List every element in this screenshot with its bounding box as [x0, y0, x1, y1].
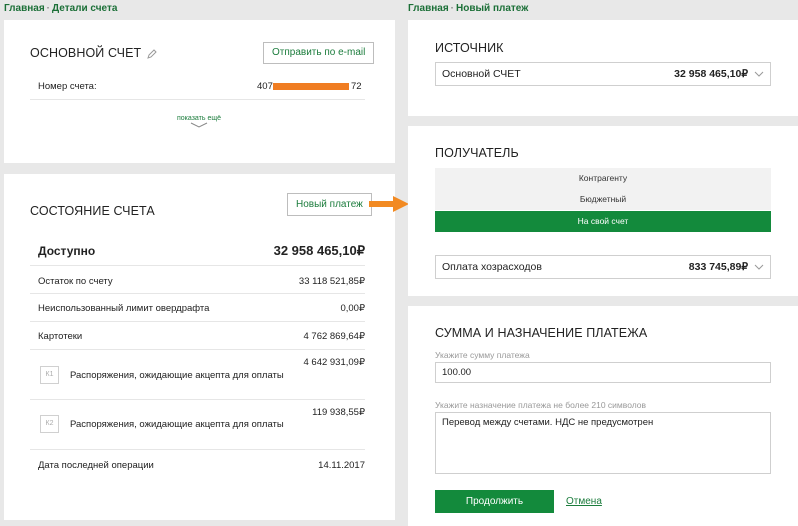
breadcrumb-home-link[interactable]: Главная — [408, 3, 449, 14]
breadcrumb-separator: · — [450, 3, 455, 14]
available-row: Доступно 32 958 465,10₽ — [30, 234, 365, 266]
purpose-label: Укажите назначение платежа не более 210 … — [435, 400, 647, 410]
source-title: ИСТОЧНИК — [435, 41, 504, 55]
cardfile-row: Картотеки 4 762 869,64₽ — [30, 322, 365, 350]
chevron-down-icon — [190, 122, 208, 128]
amount-label: Укажите сумму платежа — [435, 350, 530, 360]
amount-input[interactable]: 100.00 — [435, 362, 771, 383]
recipient-title: ПОЛУЧАТЕЛЬ — [435, 146, 519, 160]
recipient-option-counterparty[interactable]: Контрагенту — [435, 168, 771, 189]
account-number-prefix: 407 — [257, 81, 273, 92]
cancel-link[interactable]: Отмена — [566, 496, 602, 507]
document-k1-icon: К1 — [40, 366, 59, 384]
document-k2-icon: К2 — [40, 415, 59, 433]
row-value: 4 762 869,64₽ — [303, 331, 365, 342]
row-label: Распоряжения, ожидающие акцепта для опла… — [70, 370, 284, 381]
account-number-redaction-bar — [273, 83, 349, 90]
account-title-text: ОСНОВНОЙ СЧЕТ — [30, 46, 142, 60]
source-account-select[interactable]: Основной СЧЕТ 32 958 465,10₽ — [435, 62, 771, 86]
edit-pencil-icon[interactable] — [147, 48, 157, 62]
show-more-label: показать ещё — [176, 115, 221, 122]
row-value: 119 938,55₽ — [312, 407, 365, 418]
recipient-account-name: Оплата хозрасходов — [442, 261, 542, 273]
recipient-option-budget[interactable]: Бюджетный — [435, 189, 771, 210]
pending-row-k2: К2 Распоряжения, ожидающие акцепта для о… — [30, 400, 365, 450]
balance-row: Остаток по счету 33 118 521,85₽ — [30, 266, 365, 294]
account-number-label: Номер счета: — [38, 81, 97, 92]
purpose-textarea[interactable]: Перевод между счетами. НДС не предусмотр… — [435, 412, 771, 474]
amount-title: СУММА И НАЗНАЧЕНИЕ ПЛАТЕЖА — [435, 326, 648, 340]
breadcrumb-separator: · — [46, 3, 51, 14]
recipient-account-balance: 833 745,89₽ — [688, 261, 748, 273]
available-label: Доступно — [38, 244, 96, 258]
account-title: ОСНОВНОЙ СЧЕТ — [30, 46, 157, 62]
breadcrumb-current: Новый платеж — [456, 3, 529, 14]
row-value: 0,00₽ — [340, 303, 365, 314]
amount-panel: СУММА И НАЗНАЧЕНИЕ ПЛАТЕЖА Укажите сумму… — [408, 306, 798, 526]
continue-button[interactable]: Продолжить — [435, 490, 554, 513]
source-account-name: Основной СЧЕТ — [442, 68, 521, 80]
row-label: Картотеки — [38, 331, 83, 342]
status-panel: СОСТОЯНИЕ СЧЕТА Новый платеж Доступно 32… — [4, 174, 395, 520]
source-account-balance: 32 958 465,10₽ — [674, 68, 748, 80]
account-panel: ОСНОВНОЙ СЧЕТ Отправить по e-mail Номер … — [4, 20, 395, 163]
row-value: 4 642 931,09₽ — [303, 357, 365, 368]
row-label: Остаток по счету — [38, 276, 113, 287]
arrow-right-icon — [369, 196, 409, 212]
row-label: Дата последней операции — [38, 460, 154, 471]
status-title: СОСТОЯНИЕ СЧЕТА — [30, 204, 155, 218]
breadcrumb: Главная · Детали счета — [4, 3, 117, 14]
pending-row-k1: К1 Распоряжения, ожидающие акцепта для о… — [30, 350, 365, 400]
chevron-down-icon — [754, 264, 764, 270]
account-number-row: Номер счета: 407 72 — [30, 76, 365, 100]
breadcrumb: Главная · Новый платеж — [408, 3, 528, 14]
source-panel: ИСТОЧНИК Основной СЧЕТ 32 958 465,10₽ — [408, 20, 798, 116]
available-value: 32 958 465,10₽ — [273, 243, 365, 258]
breadcrumb-home-link[interactable]: Главная — [4, 3, 45, 14]
account-number-suffix: 72 — [351, 81, 362, 92]
overdraft-row: Неиспользованный лимит овердрафта 0,00₽ — [30, 294, 365, 322]
chevron-down-icon — [754, 71, 764, 77]
new-payment-button[interactable]: Новый платеж — [287, 193, 372, 216]
row-label: Распоряжения, ожидающие акцепта для опла… — [70, 419, 284, 430]
row-value: 33 118 521,85₽ — [298, 276, 365, 287]
last-operation-row: Дата последней операции 14.11.2017 — [30, 450, 365, 480]
row-value: 14.11.2017 — [318, 460, 365, 471]
show-more-link[interactable]: показать ещё — [174, 115, 224, 130]
send-email-button[interactable]: Отправить по e-mail — [263, 42, 375, 64]
recipient-option-own-account[interactable]: На свой счет — [435, 211, 771, 232]
breadcrumb-current: Детали счета — [52, 3, 118, 14]
recipient-account-select[interactable]: Оплата хозрасходов 833 745,89₽ — [435, 255, 771, 279]
row-label: Неиспользованный лимит овердрафта — [38, 303, 210, 314]
